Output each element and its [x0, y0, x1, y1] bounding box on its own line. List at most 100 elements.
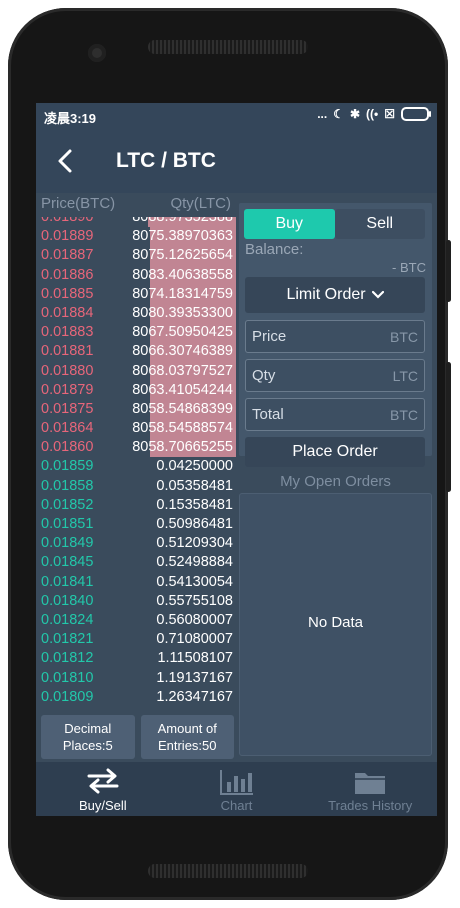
ask-row[interactable]: 0.01860 8058.70665255: [36, 438, 236, 458]
row-qty: 8067.50950425: [132, 324, 233, 341]
ask-row[interactable]: 0.01884 8080.39353300: [36, 303, 236, 324]
bid-row[interactable]: 0.01851 0.50986481: [36, 515, 236, 534]
row-qty: 0.15358481: [156, 496, 233, 513]
bid-row[interactable]: 0.01810 1.19137167: [36, 669, 236, 688]
row-price: 0.01883: [41, 324, 94, 341]
ask-row[interactable]: 0.01886 8083.40638558: [36, 265, 236, 285]
row-qty: 1.11508107: [157, 650, 233, 667]
row-qty: 8063.41054244: [132, 381, 233, 398]
row-price: 0.01858: [41, 477, 94, 494]
row-price: 0.01810: [41, 669, 94, 686]
row-qty: 8068.03797527: [132, 362, 233, 379]
qty-column-header: Qty(LTC): [170, 195, 231, 212]
amount-of-entries-button[interactable]: Amount of Entries:50: [140, 715, 234, 759]
row-price: 0.01890: [41, 217, 94, 225]
ask-row[interactable]: 0.01890 8088.97352388: [36, 217, 236, 228]
row-qty: 8088.97352388: [132, 217, 233, 225]
row-qty: 0.04250000: [156, 458, 233, 475]
row-qty: 8058.54588574: [132, 420, 233, 437]
row-price: 0.01887: [41, 247, 94, 264]
price-input[interactable]: Price BTC: [245, 320, 425, 353]
bluetooth-icon: ✱: [349, 107, 361, 121]
bid-row[interactable]: 0.01859 0.04250000: [36, 457, 236, 476]
bid-row[interactable]: 0.01845 0.52498884: [36, 553, 236, 572]
bid-row[interactable]: 0.01812 1.11508107: [36, 649, 236, 668]
bid-row[interactable]: 0.01821 0.71080007: [36, 630, 236, 649]
row-qty: 1.19137167: [156, 669, 233, 686]
ask-row[interactable]: 0.01885 8074.18314759: [36, 284, 236, 304]
folder-icon: [355, 773, 386, 794]
sell-tab[interactable]: Sell: [334, 209, 425, 239]
bid-row[interactable]: 0.01841 0.54130054: [36, 573, 236, 592]
row-price: 0.01864: [41, 420, 94, 437]
total-input-label: Total: [252, 406, 284, 423]
status-icons: ... ☾ ✱ ((• ☒: [317, 107, 431, 121]
buy-sell-toggle: Buy Sell: [244, 209, 425, 239]
bid-row[interactable]: 0.01852 0.15358481: [36, 496, 236, 515]
nav-chart-label: Chart: [220, 798, 253, 813]
ask-row[interactable]: 0.01883 8067.50950425: [36, 323, 236, 343]
row-qty: 0.51209304: [156, 535, 233, 552]
nav-chart[interactable]: Chart: [170, 762, 304, 816]
total-input-unit: BTC: [390, 407, 418, 423]
ask-row[interactable]: 0.01879 8063.41054244: [36, 380, 236, 400]
nav-buy-sell-label: Buy/Sell: [78, 798, 127, 813]
place-order-button[interactable]: Place Order: [245, 437, 425, 467]
bid-row[interactable]: 0.01824 0.56080007: [36, 611, 236, 630]
row-qty: 0.54130054: [156, 573, 233, 590]
qty-input[interactable]: Qty LTC: [245, 359, 425, 392]
nav-trades-history[interactable]: Trades History: [303, 762, 437, 816]
qty-input-label: Qty: [252, 367, 276, 384]
row-qty: 0.71080007: [156, 631, 233, 648]
buy-tab[interactable]: Buy: [244, 209, 335, 239]
row-price: 0.01884: [41, 304, 94, 321]
swap-icon: [87, 768, 119, 794]
nav-buy-sell[interactable]: Buy/Sell: [36, 762, 170, 816]
ask-row[interactable]: 0.01881 8066.30746389: [36, 342, 236, 362]
ask-row[interactable]: 0.01864 8058.54588574: [36, 419, 236, 439]
row-price: 0.01880: [41, 362, 94, 379]
order-type-dropdown[interactable]: Limit Order: [245, 277, 425, 313]
decimal-label-line1: Decimal: [64, 721, 112, 736]
amount-label-line1: Amount of: [157, 721, 217, 736]
row-price: 0.01859: [41, 458, 94, 475]
bid-row[interactable]: 0.01849 0.51209304: [36, 534, 236, 553]
ask-row[interactable]: 0.01880 8068.03797527: [36, 361, 236, 381]
order-book-rows[interactable]: 0.01890 8088.97352388 0.01889 8075.38970363…: [36, 217, 236, 705]
trade-panel: Buy Sell Balance: - BTC Limit Order Pric…: [239, 203, 432, 467]
ask-row[interactable]: 0.01889 8075.38970363: [36, 227, 236, 247]
decimal-places-button[interactable]: Decimal Places:5: [41, 715, 135, 759]
open-orders-list[interactable]: No Data: [239, 493, 432, 756]
row-price: 0.01852: [41, 496, 94, 513]
total-input[interactable]: Total BTC: [245, 398, 425, 431]
row-qty: 8066.30746389: [132, 343, 233, 360]
app-screen: 凌晨3:19 ... ☾ ✱ ((• ☒ LTC / BTC Price(BTC…: [36, 103, 437, 816]
phone-frame: 凌晨3:19 ... ☾ ✱ ((• ☒ LTC / BTC Price(BTC…: [8, 8, 448, 900]
row-qty: 8075.12625654: [132, 247, 233, 264]
order-book-list: 0.01890 8088.97352388 0.01889 8075.38970363…: [36, 217, 236, 705]
row-qty: 8080.39353300: [132, 304, 233, 321]
row-qty: 0.52498884: [156, 554, 233, 571]
row-qty: 8083.40638558: [132, 266, 233, 283]
row-price: 0.01809: [41, 688, 94, 705]
bid-row[interactable]: 0.01858 0.05358481: [36, 477, 236, 496]
page-title: LTC / BTC: [116, 149, 216, 172]
order-type-label: Limit Order: [286, 286, 366, 303]
row-qty: 1.26347167: [156, 688, 233, 705]
bid-row[interactable]: 0.01809 1.26347167: [36, 688, 236, 705]
row-qty: 8075.38970363: [132, 228, 233, 245]
front-camera: [88, 44, 106, 62]
row-price: 0.01879: [41, 381, 94, 398]
chevron-down-icon: [371, 290, 384, 299]
row-price: 0.01889: [41, 228, 94, 245]
row-price: 0.01821: [41, 631, 94, 648]
ask-row[interactable]: 0.01875 8058.54868399: [36, 399, 236, 420]
back-button[interactable]: [54, 147, 78, 175]
ask-row[interactable]: 0.01887 8075.12625654: [36, 246, 236, 266]
row-price: 0.01851: [41, 516, 94, 532]
nav-trades-history-label: Trades History: [328, 798, 413, 813]
row-qty: 8058.54868399: [132, 400, 233, 417]
row-price: 0.01812: [41, 650, 94, 667]
bid-row[interactable]: 0.01840 0.55755108: [36, 592, 236, 611]
sim-x-icon: ☒: [384, 107, 395, 121]
